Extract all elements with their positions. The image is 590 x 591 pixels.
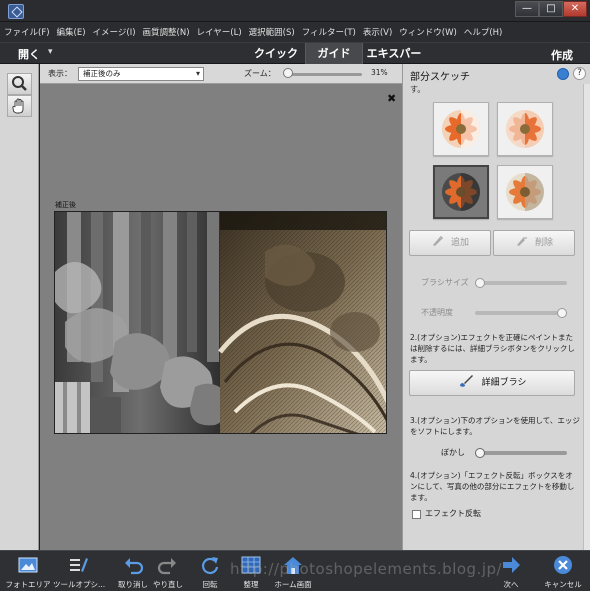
reset-icon[interactable]	[557, 68, 569, 80]
view-label: 表示：	[48, 69, 72, 78]
maximize-button[interactable]: □	[539, 1, 563, 17]
brush-size-label: ブラシサイズ	[421, 278, 469, 287]
options-bar: 表示： 補正後のみ ズーム： 31%	[40, 64, 402, 84]
undo-icon	[125, 558, 144, 575]
delete-brush-button[interactable]: 削除	[493, 230, 575, 256]
detail-brush-label: 詳細ブラシ	[481, 378, 527, 388]
flower-thumbnail-icon	[506, 173, 544, 211]
menu-window[interactable]: ウィンドウ(W)	[399, 26, 457, 38]
zoom-label: ズーム：	[244, 69, 276, 78]
brush-size-slider[interactable]	[475, 281, 567, 285]
title-bar: — □ ✕	[0, 0, 590, 22]
watermark: http://photoshopelements.blog.jp/	[230, 560, 503, 578]
blur-slider[interactable]	[475, 451, 567, 455]
hand-icon	[12, 98, 24, 114]
brush-remove-icon	[516, 237, 527, 246]
menu-view[interactable]: 表示(V)	[363, 26, 392, 38]
menu-select[interactable]: 選択範囲(S)	[249, 26, 295, 38]
brush-size-thumb[interactable]	[475, 278, 485, 288]
step3-instructions: 3.(オプション)下のオプションを使用して、エッジをソフトにします。	[410, 416, 580, 436]
tool-options-button[interactable]: ツールオプシ...	[53, 554, 106, 590]
menu-filter[interactable]: フィルター(T)	[302, 26, 356, 38]
opacity-slider[interactable]	[475, 311, 567, 315]
photo-area-button[interactable]: フォトエリア	[3, 554, 53, 590]
menu-enhance[interactable]: 画質調整(N)	[143, 26, 190, 38]
sketch-style-1[interactable]	[433, 102, 489, 156]
zoom-value: 31%	[371, 68, 388, 77]
panel-text-cutoff: す。	[410, 85, 426, 94]
tab-expert[interactable]: エキスパート	[363, 43, 425, 81]
mode-bar: 開く ▾ クイック ガイド エキスパート 作成	[0, 42, 590, 81]
step4-instructions: 4.(オプション)「エフェクト反転」ボックスをオンにして、写真の他の部分にエフェ…	[410, 471, 575, 502]
next-label: 次へ	[503, 580, 519, 589]
opacity-thumb[interactable]	[557, 308, 567, 318]
menu-bar: ファイル(F) 編集(E) イメージ(I) 画質調整(N) レイヤー(L) 選択…	[0, 22, 590, 42]
menu-help[interactable]: ヘルプ(H)	[464, 26, 503, 38]
invert-effect-label: エフェクト反転	[425, 509, 481, 518]
help-button[interactable]: ?	[573, 67, 586, 80]
hand-tool-button[interactable]	[7, 95, 32, 117]
add-brush-button[interactable]: 追加	[409, 230, 491, 256]
add-label: 追加	[450, 238, 469, 248]
tool-options-icon	[70, 558, 88, 572]
brush-add-icon	[432, 236, 443, 246]
rotate-icon	[202, 557, 219, 574]
zoom-slider-thumb[interactable]	[282, 68, 293, 78]
create-button[interactable]: 作成	[551, 47, 573, 63]
minimize-button[interactable]: —	[515, 1, 539, 17]
panel-title: 部分スケッチ	[410, 72, 470, 83]
tool-strip	[0, 64, 39, 550]
guided-panel: 部分スケッチ ? す。 追加 削除 ブラシサイズ 不透明度 2.(オプション)エ…	[402, 64, 590, 550]
flower-thumbnail-icon	[442, 110, 480, 148]
canvas-area: ✖ 補正後	[40, 84, 402, 550]
menu-edit[interactable]: 編集(E)	[57, 26, 86, 38]
photo-canvas[interactable]	[54, 211, 387, 434]
photo-image	[55, 212, 386, 433]
detail-brush-button[interactable]: 詳細ブラシ	[409, 370, 575, 396]
panel-scrollbar[interactable]	[583, 84, 590, 550]
zoom-tool-button[interactable]	[7, 73, 32, 95]
menu-file[interactable]: ファイル(F)	[4, 26, 50, 38]
open-button[interactable]: 開く	[18, 46, 40, 62]
zoom-slider[interactable]	[284, 73, 362, 76]
opacity-label: 不透明度	[421, 308, 453, 317]
step2-instructions: 2.(オプション)エフェクトを正確にペイントまたは削除するには、詳細ブラシボタン…	[410, 333, 575, 364]
menu-layer[interactable]: レイヤー(L)	[197, 26, 242, 38]
sketch-style-2[interactable]	[497, 102, 553, 156]
close-document-icon[interactable]: ✖	[387, 92, 396, 105]
tab-guided[interactable]: ガイド	[305, 43, 363, 64]
magnifier-icon	[12, 76, 27, 91]
after-label: 補正後	[55, 201, 76, 209]
redo-icon	[157, 558, 176, 575]
arrow-right-icon	[503, 557, 520, 573]
flower-thumbnail-icon	[506, 110, 544, 148]
invert-effect-checkbox[interactable]	[412, 510, 421, 519]
photo-area-label: フォトエリア	[5, 580, 51, 589]
flower-thumbnail-icon	[442, 173, 480, 211]
home-screen-label: ホーム画面	[274, 580, 312, 589]
tab-quick[interactable]: クイック	[247, 43, 305, 64]
delete-label: 削除	[534, 238, 553, 248]
sketch-style-3[interactable]	[433, 165, 489, 219]
close-window-button[interactable]: ✕	[563, 1, 587, 17]
brush-icon	[459, 375, 473, 387]
view-select[interactable]: 補正後のみ	[78, 67, 204, 81]
blur-label: ぼかし	[441, 448, 465, 457]
photo-bin-icon	[18, 557, 38, 573]
menu-image[interactable]: イメージ(I)	[93, 26, 136, 38]
blur-thumb[interactable]	[475, 448, 485, 458]
cancel-button[interactable]: キャンセル	[538, 554, 588, 590]
sketch-style-4[interactable]	[497, 165, 553, 219]
open-dropdown-icon[interactable]: ▾	[48, 47, 53, 57]
cancel-label: キャンセル	[544, 580, 582, 589]
tool-options-label: ツールオプシ...	[53, 580, 106, 589]
app-logo-icon	[8, 4, 24, 19]
cancel-icon	[554, 556, 572, 574]
